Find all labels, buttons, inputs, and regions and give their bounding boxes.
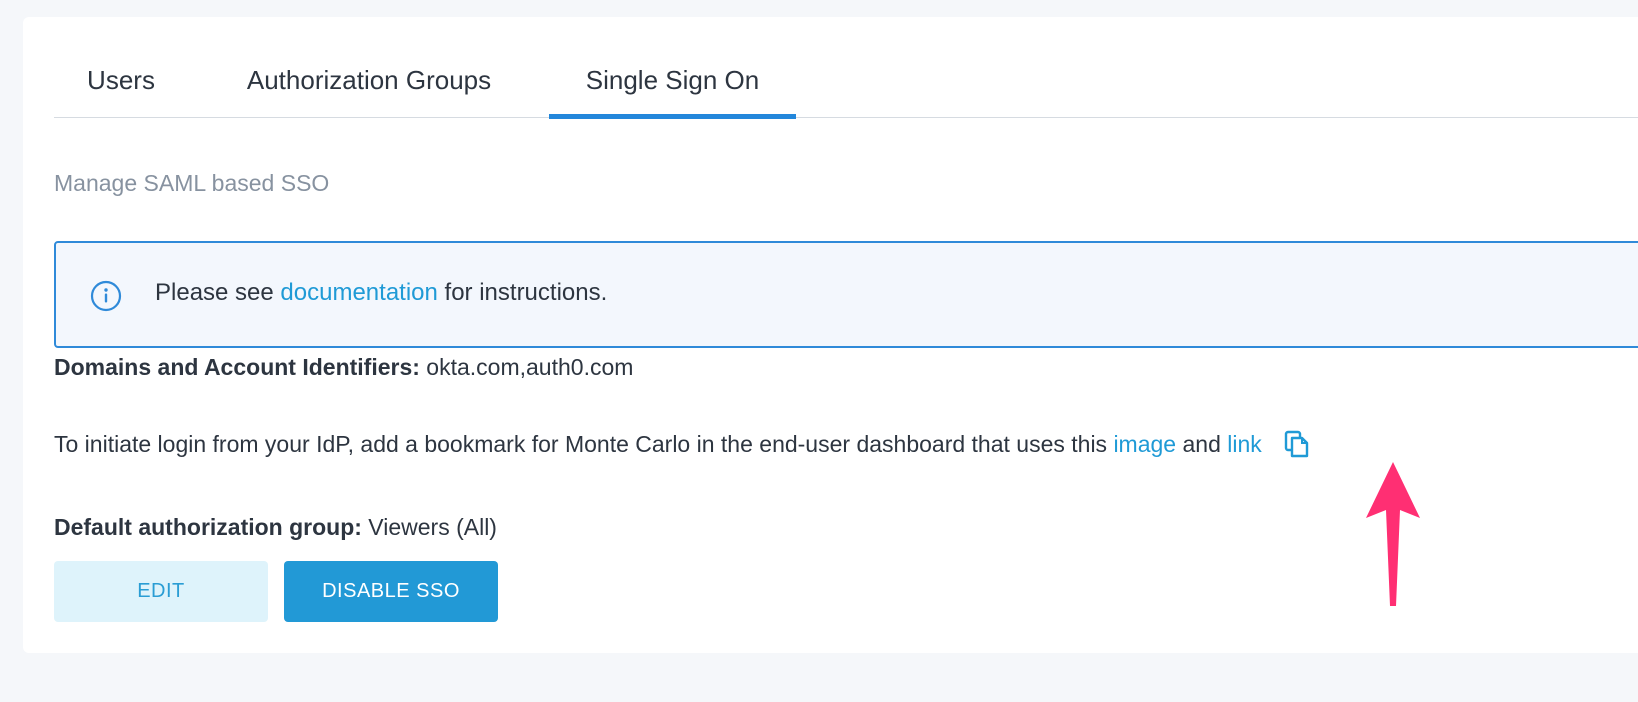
idp-row: To initiate login from your IdP, add a b… (54, 430, 1310, 460)
info-text: Please see documentation for instruction… (155, 279, 607, 307)
info-suffix: for instructions. (437, 279, 608, 306)
info-prefix: Please see (155, 279, 281, 306)
tab-single-sign-on[interactable]: Single Sign On (549, 48, 796, 119)
idp-and: and (1176, 431, 1228, 457)
domains-value: okta.com,auth0.com (419, 354, 634, 380)
page-subtitle: Manage SAML based SSO (54, 170, 330, 196)
annotation-arrow (1366, 462, 1420, 606)
disable-sso-button[interactable]: DISABLE SSO (284, 561, 498, 622)
default-group-label: Default authorization group: (54, 514, 362, 540)
copy-icon[interactable] (1284, 430, 1310, 458)
default-group-value: Viewers (All) (361, 514, 497, 540)
info-banner: Please see documentation for instruction… (54, 241, 1638, 348)
login-link[interactable]: link (1227, 431, 1262, 457)
tab-authorization-groups[interactable]: Authorization Groups (214, 48, 524, 118)
default-group-row: Default authorization group: Viewers (Al… (54, 514, 497, 541)
domains-label: Domains and Account Identifiers: (54, 354, 420, 380)
image-link[interactable]: image (1113, 431, 1176, 457)
documentation-link[interactable]: documentation (280, 279, 437, 306)
domains-row: Domains and Account Identifiers: okta.co… (54, 354, 633, 381)
tab-bar: Users Authorization Groups Single Sign O… (54, 48, 1638, 119)
idp-text: To initiate login from your IdP, add a b… (54, 431, 1114, 457)
info-icon (90, 280, 122, 312)
edit-button[interactable]: EDIT (54, 561, 268, 622)
tab-users[interactable]: Users (54, 48, 188, 118)
